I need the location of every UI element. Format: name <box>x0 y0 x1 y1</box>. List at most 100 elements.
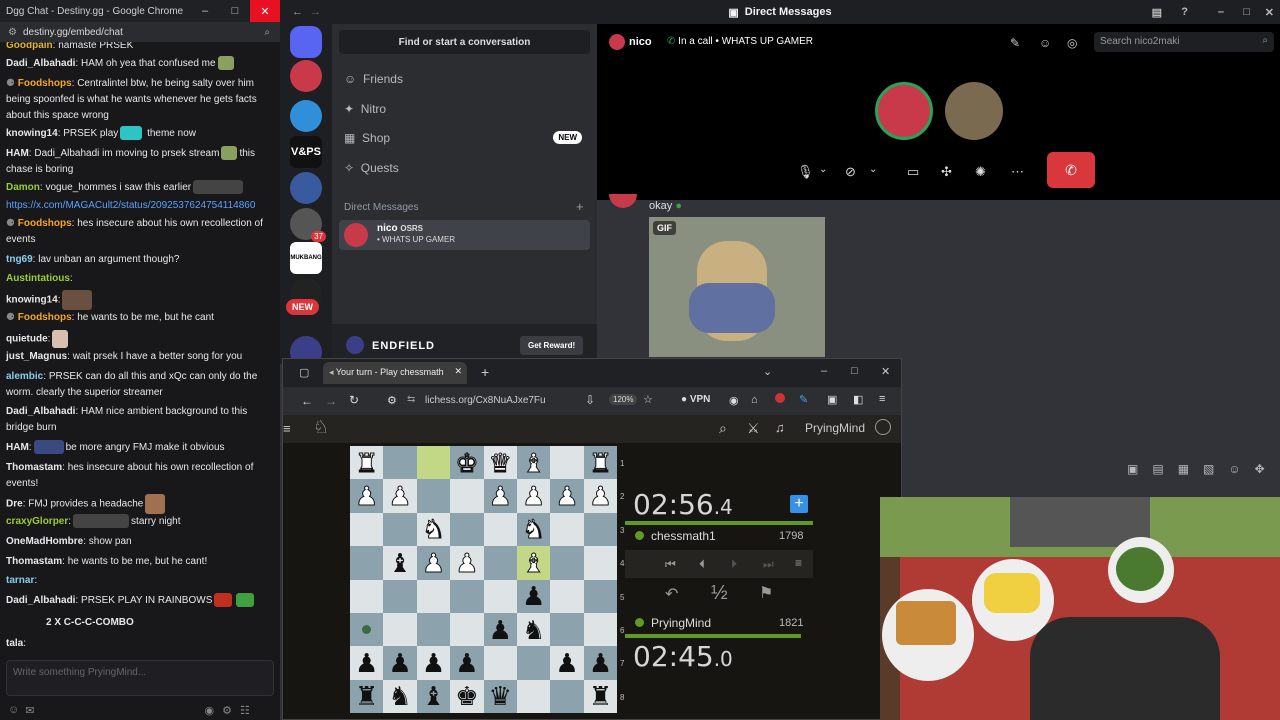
board-square[interactable]: ♝ <box>517 546 551 580</box>
vpn-label[interactable]: VPN <box>690 394 711 405</box>
install-icon[interactable]: ⇩ <box>585 393 595 407</box>
close-button[interactable]: ✕ <box>250 0 280 22</box>
inbox-icon[interactable]: ▤ <box>1152 6 1162 19</box>
close-button[interactable]: ✕ <box>881 365 890 378</box>
last-move-icon[interactable]: ⏭ <box>763 557 774 572</box>
app-icon[interactable]: ▧ <box>1203 462 1214 476</box>
find-conversation-button[interactable]: Find or start a conversation <box>339 30 590 54</box>
avatar[interactable] <box>875 419 891 435</box>
board-square[interactable] <box>583 546 618 580</box>
gif-attachment[interactable]: GIF <box>649 217 825 357</box>
white-rook[interactable]: ♜ <box>355 449 379 476</box>
board-square[interactable] <box>483 546 517 580</box>
nav-friends[interactable]: ☺ Friends <box>344 72 403 86</box>
gear-icon[interactable]: ⚙ <box>222 704 232 717</box>
white-pawn[interactable]: ♟ <box>455 549 479 576</box>
black-bishop[interactable]: ♝ <box>422 683 445 709</box>
black-pawn[interactable]: ♟ <box>555 650 578 676</box>
board-square[interactable]: ♚ <box>450 679 484 714</box>
board-square[interactable]: ♟ <box>350 646 384 680</box>
board-square[interactable]: ♟ <box>550 646 584 680</box>
white-bishop[interactable]: ♝ <box>522 549 546 576</box>
board-square[interactable] <box>583 613 618 647</box>
lichess-logo-icon[interactable]: ♘ <box>313 417 329 438</box>
tab-lichess[interactable]: ◂ Your turn - Play chessmath ✕ <box>323 362 467 384</box>
moves-menu-icon[interactable]: ≡ <box>795 556 802 570</box>
server-mukbang[interactable]: MUKBANG <box>290 242 322 274</box>
forward-icon[interactable]: → <box>310 6 321 18</box>
board-square[interactable] <box>583 579 618 613</box>
board-square[interactable] <box>550 679 584 714</box>
participant-nico[interactable] <box>875 82 933 140</box>
board-square[interactable]: ♞ <box>383 679 417 714</box>
black-rook[interactable]: ♜ <box>355 683 378 709</box>
black-pawn[interactable]: ♟ <box>522 583 545 609</box>
board-square[interactable] <box>550 446 584 480</box>
emoji-icon[interactable]: ☺ <box>1228 462 1240 476</box>
black-knight[interactable]: ♞ <box>522 617 545 643</box>
white-queen[interactable]: ♛ <box>488 449 512 476</box>
next-move-icon[interactable]: ⏵ <box>731 557 737 572</box>
search-input[interactable]: Search nico2maki ⌕ <box>1094 32 1274 52</box>
new-tab-icon[interactable]: + <box>481 364 489 380</box>
hangup-button[interactable]: ✆ <box>1047 152 1095 188</box>
opponent-name[interactable]: chessmath1 <box>651 529 716 543</box>
users-icon[interactable]: ☷ <box>240 704 250 717</box>
board-square[interactable] <box>483 512 517 547</box>
site-info-icon[interactable]: ⚙ <box>387 394 397 407</box>
forward-icon[interactable]: → <box>325 394 337 408</box>
white-pawn[interactable]: ♟ <box>388 483 412 510</box>
reload-icon[interactable]: ↻ <box>349 393 359 407</box>
board-square[interactable] <box>383 579 417 613</box>
board-square[interactable] <box>450 479 484 513</box>
whisper-icon[interactable]: ✉ <box>25 704 34 717</box>
more-icon[interactable]: ⋯ <box>1011 164 1024 180</box>
board-square[interactable] <box>550 546 584 580</box>
white-rook[interactable]: ♜ <box>588 449 612 476</box>
player-name[interactable]: PryingMind <box>651 616 711 630</box>
board-square[interactable]: ♟ <box>583 646 618 680</box>
chevron-down-icon[interactable]: ⌄ <box>763 365 772 378</box>
chat-address-bar[interactable]: ⚙ destiny.gg/embed/chat ⌕ <box>0 22 280 42</box>
username-link[interactable]: PryingMind <box>805 421 865 435</box>
board-square[interactable]: ♜ <box>583 679 618 714</box>
board-square[interactable]: ♞ <box>416 512 451 547</box>
board-square[interactable] <box>450 613 484 647</box>
board-square[interactable]: ♟ <box>517 579 551 613</box>
profile-icon[interactable]: ◎ <box>1067 36 1077 50</box>
maximize-button[interactable]: □ <box>851 365 858 377</box>
back-icon[interactable]: ← <box>292 6 303 18</box>
black-knight[interactable]: ♞ <box>388 683 411 709</box>
board-square[interactable]: ♛ <box>483 446 517 480</box>
board-square[interactable] <box>450 579 484 613</box>
site-settings-icon[interactable]: ⚙ <box>8 27 17 38</box>
board-square[interactable]: ♟ <box>450 646 484 680</box>
black-pawn[interactable]: ♟ <box>455 650 478 676</box>
black-pawn[interactable]: ♟ <box>422 650 445 676</box>
board-square[interactable] <box>517 646 551 680</box>
white-pawn[interactable]: ♟ <box>355 483 379 510</box>
server-icon[interactable] <box>290 100 322 132</box>
board-square[interactable] <box>350 546 384 580</box>
board-square[interactable] <box>350 613 384 647</box>
board-square[interactable]: ♜ <box>350 446 384 480</box>
white-king[interactable]: ♚ <box>455 449 479 476</box>
board-square[interactable]: ♟ <box>550 479 584 513</box>
board-square[interactable] <box>350 512 384 547</box>
participant-you[interactable] <box>945 82 1003 140</box>
chat-input[interactable]: Write something PryingMind... <box>6 660 274 696</box>
minimize-button[interactable]: – <box>1218 6 1224 18</box>
black-queen[interactable]: ♛ <box>489 683 512 709</box>
board-square[interactable]: ♞ <box>517 613 551 647</box>
url-field[interactable]: lichess.org/Cx8NuAJxe7Fu <box>425 395 546 406</box>
hamburger-icon[interactable]: ≡ <box>283 421 291 436</box>
camera-off-icon[interactable]: ⊘ <box>845 164 856 180</box>
nav-quests[interactable]: ✧ Quests <box>344 161 399 175</box>
board-square[interactable]: ♟ <box>517 479 551 513</box>
prev-move-icon[interactable]: ⏴ <box>699 557 705 572</box>
black-king[interactable]: ♚ <box>455 683 478 709</box>
takeback-icon[interactable]: ↶ <box>665 584 678 604</box>
board-square[interactable] <box>350 579 384 613</box>
microphone-icon[interactable]: 🎙︎ <box>797 164 814 180</box>
board-square[interactable] <box>416 613 451 647</box>
